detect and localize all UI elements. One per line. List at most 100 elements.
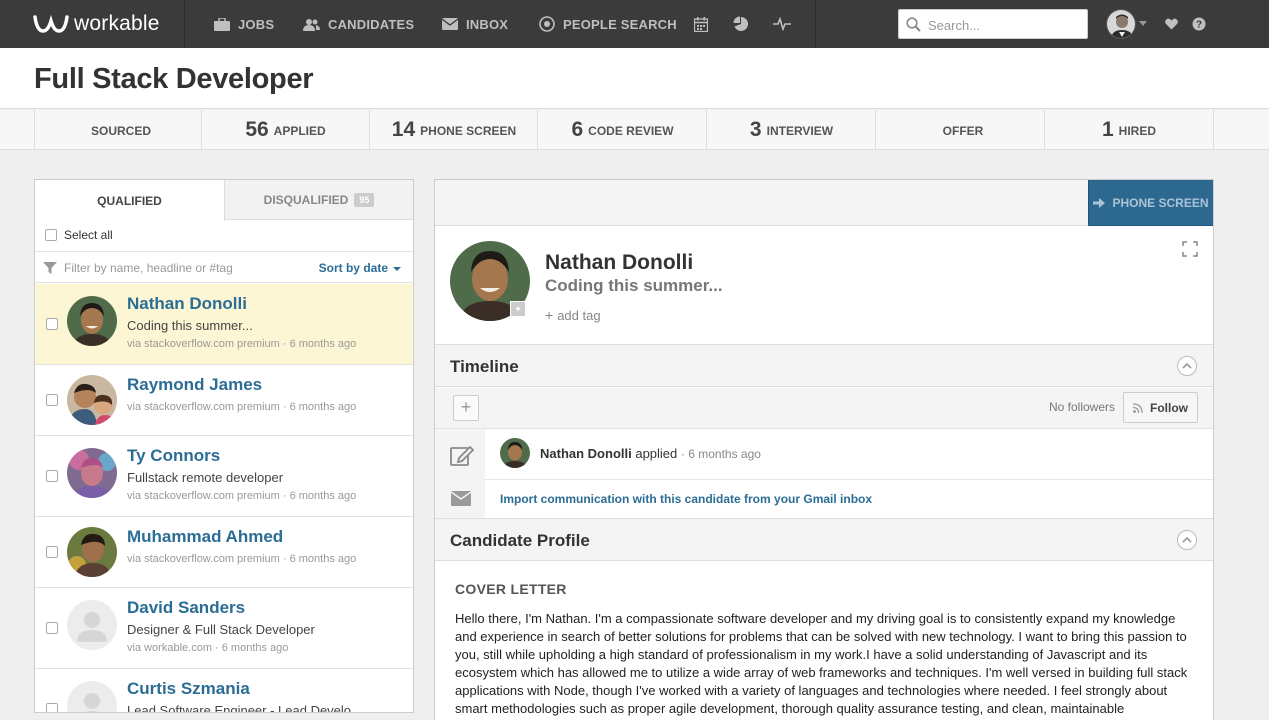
list-tabs: QUALIFIED DISQUALIFIED 95 (35, 180, 413, 221)
follow-button[interactable]: Follow (1123, 392, 1198, 423)
candidate-checkbox[interactable] (46, 470, 58, 482)
candidate-checkbox[interactable] (46, 703, 58, 712)
workable-logo[interactable]: workable (32, 10, 160, 38)
candidate-source: via stackoverflow.com premium · 6 months… (127, 490, 357, 502)
filter-row: Filter by name, headline or #tag Sort by… (35, 251, 413, 283)
candidate-name[interactable]: Nathan Donolli (127, 294, 247, 314)
search-input[interactable] (928, 15, 1083, 35)
collapse-timeline-icon[interactable] (1177, 356, 1197, 376)
candidate-name[interactable]: David Sanders (127, 598, 245, 618)
stage-hired[interactable]: 1 HIRED (1044, 110, 1214, 150)
candidate-row[interactable]: Raymond James via stackoverflow.com prem… (35, 365, 413, 436)
cover-letter-text: Hello there, I'm Nathan. I'm a compassio… (455, 611, 1188, 716)
nav-inbox[interactable]: INBOX (442, 0, 508, 48)
user-menu-chevron-icon[interactable] (1138, 18, 1148, 28)
stage-offer[interactable]: OFFER (875, 110, 1045, 150)
nav-candidates-label: CANDIDATES (328, 16, 415, 32)
candidate-name[interactable]: Raymond James (127, 375, 262, 395)
disqualified-count-badge: 95 (354, 192, 375, 207)
activity-icon[interactable] (772, 14, 792, 34)
filter-input[interactable]: Filter by name, headline or #tag (64, 261, 233, 275)
select-all-label: Select all (64, 228, 113, 242)
timeline-import-row: Import communication with this candidate… (435, 480, 1213, 518)
candidate-checkbox[interactable] (46, 394, 58, 406)
pie-chart-icon[interactable] (731, 14, 751, 34)
candidate-detail-panel: PHONE SCREEN ✦ Nathan Donolli Coding thi… (434, 179, 1214, 720)
nav-people-search[interactable]: PEOPLE SEARCH (539, 0, 677, 48)
people-icon (303, 18, 320, 31)
candidate-avatar (67, 600, 117, 650)
candidate-row[interactable]: David Sanders Designer & Full Stack Deve… (35, 588, 413, 669)
nav-jobs[interactable]: JOBS (214, 0, 274, 48)
candidate-profile-header[interactable]: Candidate Profile (435, 518, 1213, 561)
timeline-header[interactable]: Timeline (435, 344, 1213, 387)
svg-text:?: ? (1196, 20, 1202, 31)
follow-label: Follow (1150, 400, 1188, 415)
stage-code-review[interactable]: 6 CODE REVIEW (537, 110, 707, 150)
tab-qualified[interactable]: QUALIFIED (35, 180, 225, 221)
briefcase-icon (214, 17, 230, 31)
candidate-avatar (67, 296, 117, 346)
event-action: applied (635, 446, 678, 461)
heart-icon[interactable] (1161, 14, 1181, 34)
stage-applied[interactable]: 56 APPLIED (201, 110, 369, 150)
candidate-name[interactable]: Curtis Szmania (127, 679, 250, 699)
arrow-right-icon (1093, 197, 1106, 208)
stage-count: 1 (1101, 118, 1114, 141)
candidate-detail-headline: Coding this summer... (545, 276, 723, 295)
add-timeline-event-button[interactable]: + (453, 395, 479, 421)
candidate-headline: Designer & Full Stack Developer (127, 622, 315, 637)
move-to-stage-button[interactable]: PHONE SCREEN (1088, 180, 1213, 226)
event-time: · 6 months ago (680, 447, 761, 461)
candidate-row[interactable]: Ty Connors Fullstack remote developer vi… (35, 436, 413, 517)
nav-divider (184, 0, 185, 48)
tab-disqualified-label: DISQUALIFIED (263, 192, 349, 207)
candidate-checkbox[interactable] (46, 318, 58, 330)
user-avatar[interactable] (1106, 9, 1136, 39)
cover-letter-heading: COVER LETTER (455, 581, 567, 597)
stage-label: INTERVIEW (766, 124, 834, 138)
stage-interview[interactable]: 3 INTERVIEW (706, 110, 876, 150)
stage-label: SOURCED (90, 124, 151, 138)
add-tag-link[interactable]: + add tag (545, 307, 601, 323)
candidate-checkbox[interactable] (46, 546, 58, 558)
nav-divider (815, 0, 816, 48)
nav-inbox-label: INBOX (466, 16, 509, 32)
workable-logo-icon (33, 14, 69, 33)
search-box[interactable] (898, 9, 1088, 39)
candidate-row[interactable]: Muhammad Ahmed via stackoverflow.com pre… (35, 517, 413, 588)
select-all[interactable]: Select all (45, 228, 113, 242)
event-candidate-name[interactable]: Nathan Donolli (540, 446, 632, 461)
candidate-name[interactable]: Muhammad Ahmed (127, 527, 283, 547)
plus-icon: + (545, 307, 554, 323)
candidate-row[interactable]: Nathan Donolli Coding this summer... via… (35, 284, 413, 365)
candidate-checkbox[interactable] (46, 622, 58, 634)
event-text: Nathan Donolli applied · 6 months ago (540, 446, 761, 461)
page-title: Full Stack Developer (34, 63, 314, 95)
move-to-stage-label: PHONE SCREEN (1112, 195, 1209, 210)
candidate-avatar (67, 681, 117, 712)
nav-people-search-label: PEOPLE SEARCH (563, 16, 677, 32)
import-gmail-link[interactable]: Import communication with this candidate… (500, 492, 872, 506)
envelope-icon (442, 18, 458, 30)
help-icon[interactable]: ? (1189, 14, 1209, 34)
stage-sourced[interactable]: SOURCED (34, 110, 202, 150)
tab-disqualified[interactable]: DISQUALIFIED 95 (225, 180, 413, 220)
candidate-name[interactable]: Ty Connors (127, 446, 220, 466)
stage-phone-screen[interactable]: 14 PHONE SCREEN (369, 110, 538, 150)
candidate-avatar (67, 527, 117, 577)
search-icon (906, 17, 921, 32)
candidate-source: via workable.com · 6 months ago (127, 642, 289, 654)
candidate-avatar (67, 375, 117, 425)
candidate-headline: Lead Software Engineer - Lead Develo (127, 703, 352, 713)
sort-dropdown[interactable]: Sort by date (319, 261, 401, 275)
select-all-checkbox[interactable] (45, 229, 57, 241)
calendar-icon[interactable] (691, 14, 711, 34)
expand-icon[interactable] (1182, 241, 1198, 262)
candidate-headline: Coding this summer... (127, 318, 253, 333)
candidate-headline: Fullstack remote developer (127, 470, 284, 485)
candidate-row[interactable]: Curtis Szmania Lead Software Engineer - … (35, 669, 413, 713)
collapse-profile-icon[interactable] (1177, 530, 1197, 550)
nav-candidates[interactable]: CANDIDATES (303, 0, 414, 48)
stage-label: CODE REVIEW (588, 124, 674, 138)
